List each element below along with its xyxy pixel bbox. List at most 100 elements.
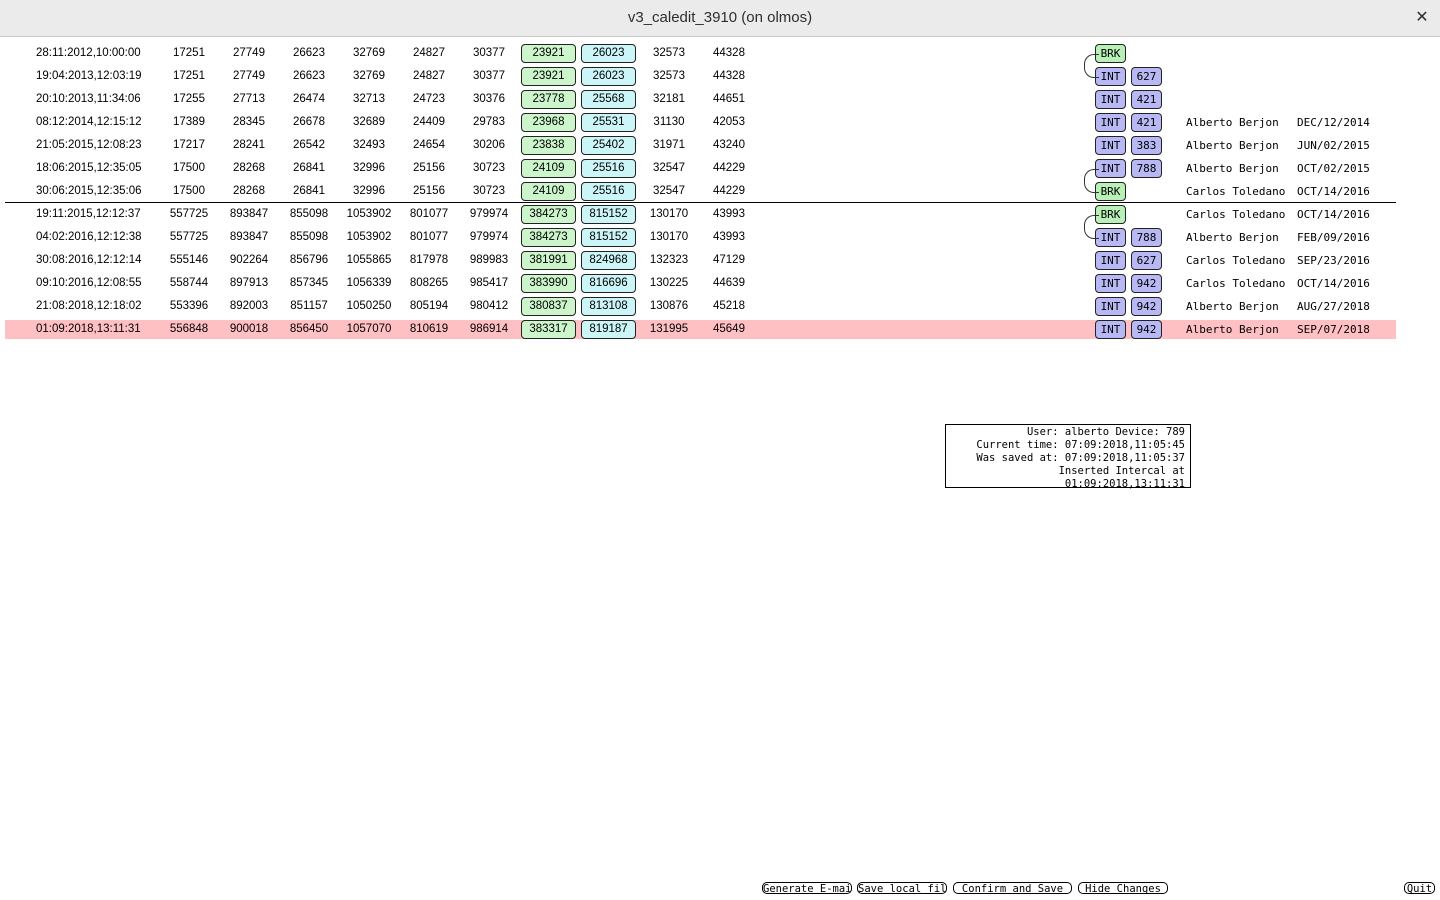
- row-value-green-box[interactable]: 23968: [521, 113, 576, 132]
- row-type-tag[interactable]: BRK: [1095, 44, 1126, 63]
- row-device-tag[interactable]: 421: [1131, 90, 1162, 109]
- table-row[interactable]: 19:11:2015,12:12:37 557725 893847 855098 105…: [0, 202, 1440, 226]
- row-type-tag[interactable]: INT: [1095, 320, 1126, 339]
- row-value-green-box[interactable]: 380837: [521, 297, 576, 316]
- row-user: Carlos Toledano: [1186, 208, 1286, 221]
- row-value-n6: 30377: [473, 47, 505, 59]
- generate-email-button[interactable]: Generate E-mail: [762, 882, 852, 894]
- row-device-tag[interactable]: 942: [1131, 274, 1162, 293]
- confirm-and-save-button[interactable]: Confirm and Save: [953, 882, 1072, 894]
- row-device-tag[interactable]: 942: [1131, 297, 1162, 316]
- info-user-device: User: alberto Device: 789: [1026, 426, 1185, 438]
- row-type-tag[interactable]: INT: [1095, 228, 1126, 247]
- row-device-tag[interactable]: 421: [1131, 113, 1162, 132]
- link-bracket-3: [1084, 215, 1099, 239]
- row-date: OCT/14/2016: [1297, 208, 1370, 221]
- row-value-green-box[interactable]: 384273: [521, 205, 576, 224]
- row-date: DEC/12/2014: [1297, 116, 1370, 129]
- table-row[interactable]: 19:04:2013,12:03:19 17251 27749 26623 32769 2…: [0, 65, 1440, 88]
- hide-changes-button[interactable]: Hide Changes: [1078, 882, 1168, 894]
- row-value-cyan-box[interactable]: 26023: [581, 67, 636, 86]
- table-row[interactable]: 09:10:2016,12:08:55 558744 897913 857345 105…: [0, 272, 1440, 295]
- row-value-green-box[interactable]: 24109: [521, 159, 576, 178]
- row-value-green-box[interactable]: 384273: [521, 228, 576, 247]
- row-value-green-box[interactable]: 23921: [521, 44, 576, 63]
- row-value-n1: 17251: [173, 47, 205, 59]
- row-value-n3: 856450: [289, 323, 329, 335]
- row-device-tag[interactable]: 383: [1131, 136, 1162, 155]
- save-local-file-button[interactable]: Save local file: [857, 882, 947, 894]
- row-value-n2: 893847: [229, 208, 269, 220]
- row-value-n6: 30723: [473, 185, 505, 197]
- row-value-cyan-box[interactable]: 819187: [581, 320, 636, 339]
- row-device-tag[interactable]: 627: [1131, 251, 1162, 270]
- row-value-cyan-box[interactable]: 815152: [581, 205, 636, 224]
- row-value-cyan-box[interactable]: 25568: [581, 90, 636, 109]
- row-device-tag[interactable]: 627: [1131, 67, 1162, 86]
- row-value-n7: 130876: [649, 300, 689, 312]
- row-type-tag[interactable]: INT: [1095, 251, 1126, 270]
- row-device-tag[interactable]: 788: [1131, 228, 1162, 247]
- row-value-cyan-box[interactable]: 25531: [581, 113, 636, 132]
- row-value-n2: 28268: [233, 162, 265, 174]
- row-timestamp: 18:06:2015,12:35:05: [36, 162, 142, 174]
- row-type-tag[interactable]: INT: [1095, 90, 1126, 109]
- row-value-n1: 553396: [169, 300, 209, 312]
- row-timestamp: 30:06:2015,12:35:06: [36, 185, 142, 197]
- row-value-n8: 43993: [713, 208, 745, 220]
- row-value-n8: 45649: [713, 323, 745, 335]
- row-value-green-box[interactable]: 23838: [521, 136, 576, 155]
- quit-button[interactable]: Quit: [1404, 882, 1435, 894]
- row-value-cyan-box[interactable]: 824968: [581, 251, 636, 270]
- row-device-tag[interactable]: 942: [1131, 320, 1162, 339]
- row-value-n1: 556848: [169, 323, 209, 335]
- row-type-tag[interactable]: BRK: [1095, 182, 1126, 201]
- window-titlebar: v3_caledit_3910 (on olmos) ✕: [0, 0, 1440, 37]
- row-type-tag[interactable]: INT: [1095, 159, 1126, 178]
- table-row[interactable]: 28:11:2012,10:00:00 17251 27749 26623 32769 2…: [0, 42, 1440, 65]
- table-row[interactable]: 30:08:2016,12:12:14 555146 902264 856796 105…: [0, 249, 1440, 272]
- table-row[interactable]: 04:02:2016,12:12:38 557725 893847 855098 105…: [0, 226, 1440, 249]
- row-value-green-box[interactable]: 24109: [521, 182, 576, 201]
- row-device-tag[interactable]: 788: [1131, 159, 1162, 178]
- row-value-cyan-box[interactable]: 813108: [581, 297, 636, 316]
- row-value-cyan-box[interactable]: 815152: [581, 228, 636, 247]
- row-type-tag[interactable]: INT: [1095, 113, 1126, 132]
- row-value-n4: 32996: [353, 162, 385, 174]
- row-value-cyan-box[interactable]: 25402: [581, 136, 636, 155]
- row-type-tag[interactable]: INT: [1095, 67, 1126, 86]
- row-type-tag[interactable]: INT: [1095, 297, 1126, 316]
- close-icon[interactable]: ✕: [1412, 8, 1432, 28]
- row-value-green-box[interactable]: 383990: [521, 274, 576, 293]
- row-type-tag[interactable]: BRK: [1095, 205, 1126, 224]
- table-row[interactable]: 18:06:2015,12:35:05 17500 28268 26841 32996 2…: [0, 157, 1440, 180]
- row-value-green-box[interactable]: 23921: [521, 67, 576, 86]
- row-value-n1: 17255: [173, 93, 205, 105]
- row-value-n5: 25156: [413, 162, 445, 174]
- row-value-green-box[interactable]: 381991: [521, 251, 576, 270]
- table-row[interactable]: 01:09:2018,13:11:31 556848 900018 856450 105…: [0, 318, 1440, 341]
- table-row[interactable]: 20:10:2013,11:34:06 17255 27713 26474 32713 2…: [0, 88, 1440, 111]
- table-row[interactable]: 21:08:2018,12:18:02 553396 892003 851157 105…: [0, 295, 1440, 318]
- info-panel: User: alberto Device: 789 Current time: …: [945, 424, 1191, 490]
- row-value-n3: 855098: [289, 231, 329, 243]
- row-value-n5: 801077: [409, 231, 449, 243]
- row-type-tag[interactable]: INT: [1095, 136, 1126, 155]
- row-date: OCT/14/2016: [1297, 185, 1370, 198]
- row-value-green-box[interactable]: 383317: [521, 320, 576, 339]
- table-row[interactable]: 21:05:2015,12:08:23 17217 28241 26542 32493 2…: [0, 134, 1440, 157]
- row-user: Carlos Toledano: [1186, 277, 1286, 290]
- table-row[interactable]: 08:12:2014,12:15:12 17389 28345 26678 32689 2…: [0, 111, 1440, 134]
- row-value-n6: 30723: [473, 162, 505, 174]
- row-date: AUG/27/2018: [1297, 300, 1370, 313]
- row-value-cyan-box[interactable]: 25516: [581, 159, 636, 178]
- row-value-n5: 24654: [413, 139, 445, 151]
- row-type-tag[interactable]: INT: [1095, 274, 1126, 293]
- row-value-cyan-box[interactable]: 26023: [581, 44, 636, 63]
- row-value-green-box[interactable]: 23778: [521, 90, 576, 109]
- row-value-cyan-box[interactable]: 816696: [581, 274, 636, 293]
- table-row[interactable]: 30:06:2015,12:35:06 17500 28268 26841 32996 2…: [0, 180, 1440, 203]
- row-value-cyan-box[interactable]: 25516: [581, 182, 636, 201]
- row-user: Carlos Toledano: [1186, 185, 1286, 198]
- row-value-n6: 980412: [469, 300, 509, 312]
